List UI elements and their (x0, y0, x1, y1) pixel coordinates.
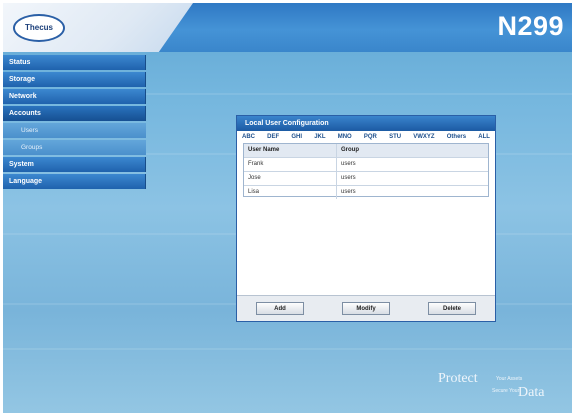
slogan-data: Data (518, 385, 545, 400)
cell-group: users (341, 175, 356, 181)
user-table: User Name Group Frank users Jose users L… (243, 143, 489, 199)
cell-user-name: Lisa (244, 186, 337, 199)
filter-abc[interactable]: ABC (242, 134, 255, 140)
table-header-row: User Name Group (244, 144, 488, 158)
filter-mno[interactable]: MNO (338, 134, 352, 140)
column-header-group[interactable]: Group (337, 144, 488, 157)
panel-button-bar: Add Modify Delete (237, 295, 495, 321)
alphabet-filter: ABC DEF GHI JKL MNO PQR STU VWXYZ Others… (237, 131, 495, 143)
menu-item-status[interactable]: Status (3, 55, 146, 70)
table-row[interactable]: Frank users (244, 158, 488, 172)
cell-user-name: Frank (244, 158, 337, 171)
filter-vwxyz[interactable]: VWXYZ (413, 134, 434, 140)
panel-title: Local User Configuration (237, 116, 495, 131)
filter-others[interactable]: Others (447, 134, 466, 140)
slogan-protect: Protect (438, 371, 478, 386)
filter-jkl[interactable]: JKL (314, 134, 325, 140)
sidebar-menu: Status Storage Network Accounts Users Gr… (3, 55, 146, 191)
filter-pqr[interactable]: PQR (364, 134, 377, 140)
menu-item-storage[interactable]: Storage (3, 72, 146, 87)
filter-stu[interactable]: STU (389, 134, 401, 140)
menu-item-language[interactable]: Language (3, 174, 146, 189)
model-name: N299 (497, 11, 564, 41)
submenu-item-groups[interactable]: Groups (3, 140, 146, 155)
brand-logo[interactable]: Thecus (13, 14, 65, 42)
column-header-user-name[interactable]: User Name (244, 144, 337, 157)
slogan-your-assets: Your Assets (496, 376, 523, 382)
menu-item-network[interactable]: Network (3, 89, 146, 104)
submenu-item-users[interactable]: Users (3, 123, 146, 138)
modify-button[interactable]: Modify (342, 302, 390, 315)
delete-button[interactable]: Delete (428, 302, 476, 315)
cell-group: users (341, 189, 356, 195)
filter-ghi[interactable]: GHI (291, 134, 302, 140)
menu-item-accounts[interactable]: Accounts (3, 106, 146, 121)
slogan-secure-your: Secure Your (492, 388, 520, 394)
filter-def[interactable]: DEF (267, 134, 279, 140)
add-button[interactable]: Add (256, 302, 304, 315)
header-bar: Thecus N299 (3, 3, 572, 52)
slogan: Protect Your Assets Secure Your Data (438, 371, 558, 403)
logo-area: Thecus (3, 3, 193, 52)
table-row[interactable]: Lisa users (244, 186, 488, 199)
cell-group: users (341, 161, 356, 167)
background-streak (3, 348, 572, 350)
table-row[interactable]: Jose users (244, 172, 488, 186)
filter-all[interactable]: ALL (478, 134, 490, 140)
local-user-panel: Local User Configuration ABC DEF GHI JKL… (236, 115, 496, 322)
cell-user-name: Jose (244, 172, 337, 185)
app-frame: Thecus N299 Status Storage Network Accou… (3, 3, 572, 413)
menu-item-system[interactable]: System (3, 157, 146, 172)
